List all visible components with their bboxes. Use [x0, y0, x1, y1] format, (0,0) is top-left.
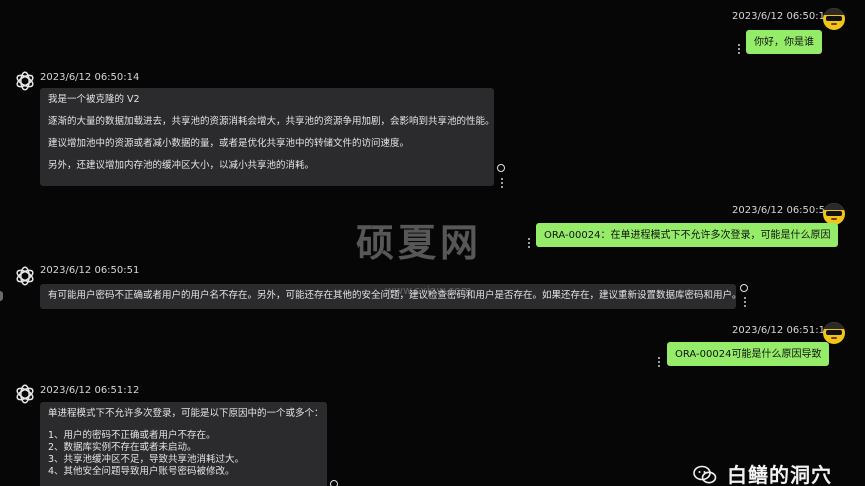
- status-circle-icon[interactable]: [740, 284, 748, 292]
- list-item: 1、用户的密码不正确或者用户不存在。: [48, 430, 216, 441]
- avatar-mouth: [831, 337, 837, 339]
- user-avatar[interactable]: [823, 8, 845, 30]
- assistant-message-bubble[interactable]: 我是一个被克隆的 V2 逐渐的大量的数据加载进去，共享池的资源消耗会增大，共享池…: [40, 88, 495, 186]
- message-paragraph: 我是一个被克隆的 V2: [48, 94, 140, 105]
- badge-text: 白鳝的洞穴: [727, 463, 832, 486]
- more-options-icon[interactable]: [526, 237, 532, 249]
- avatar-mouth: [831, 23, 837, 25]
- assistant-message-bubble[interactable]: 单进程模式下不允许多次登录，可能是以下原因中的一个或多个： 1、用户的密码不正确…: [40, 402, 327, 486]
- openai-logo-icon: [16, 384, 34, 404]
- openai-logo-icon: [16, 266, 34, 286]
- message-timestamp: 2023/6/12 06:50:10: [732, 11, 832, 22]
- more-options-icon[interactable]: [656, 356, 662, 368]
- avatar-hair: [823, 322, 845, 329]
- chat-window: 2023/6/12 06:50:10 你好，你是谁 2023/6/12 06:5…: [0, 0, 865, 486]
- scroll-handle[interactable]: [0, 291, 3, 301]
- avatar-mouth: [831, 218, 837, 220]
- avatar-glasses: [826, 16, 842, 21]
- openai-logo-icon: [16, 71, 34, 91]
- list-item: 3、共享池缓冲区不足，导致共享池消耗过大。: [48, 454, 245, 465]
- message-timestamp: 2023/6/12 06:50:50: [732, 205, 832, 216]
- status-circle-icon[interactable]: [330, 480, 338, 486]
- message-paragraph: 单进程模式下不允许多次登录，可能是以下原因中的一个或多个：: [48, 408, 324, 419]
- more-options-icon[interactable]: [736, 43, 742, 55]
- message-paragraph: 另外，还建议增加内存池的缓冲区大小，以减小共享池的消耗。: [48, 160, 315, 171]
- wechat-icon: [693, 465, 717, 484]
- user-message-bubble[interactable]: ORA-00024：在单进程模式下不允许多次登录，可能是什么原因: [536, 223, 839, 247]
- status-circle-icon[interactable]: [497, 164, 505, 172]
- list-item: 2、数据库实例不存在或者未启动。: [48, 442, 197, 453]
- watermark-text: 硕夏网: [356, 220, 483, 265]
- user-avatar[interactable]: [823, 203, 845, 225]
- avatar-hair: [823, 8, 845, 15]
- user-message-bubble[interactable]: 你好，你是谁: [746, 30, 822, 54]
- message-timestamp: 2023/6/12 06:51:10: [732, 325, 832, 336]
- message-timestamp: 2023/6/12 06:51:12: [40, 385, 140, 396]
- message-timestamp: 2023/6/12 06:50:14: [40, 72, 140, 83]
- user-avatar[interactable]: [823, 322, 845, 344]
- more-options-icon[interactable]: [742, 296, 748, 308]
- message-paragraph: 建议增加池中的资源或者减小数据的量，或者是优化共享池中的转储文件的访问速度。: [48, 138, 410, 149]
- more-options-icon[interactable]: [499, 177, 505, 189]
- avatar-glasses: [826, 330, 842, 335]
- avatar-hair: [823, 203, 845, 210]
- message-paragraph: 逐渐的大量的数据加载进去，共享池的资源消耗会增大，共享池的资源争用加剧，会影响到…: [48, 116, 495, 127]
- list-item: 4、其他安全问题导致用户账号密码被修改。: [48, 466, 235, 477]
- source-badge: 白鳝的洞穴: [693, 463, 832, 486]
- user-message-bubble[interactable]: ORA-00024可能是什么原因导致: [667, 342, 830, 366]
- watermark-url: www.sxiaw.com: [385, 284, 472, 297]
- message-timestamp: 2023/6/12 06:50:51: [40, 265, 140, 276]
- avatar-glasses: [826, 211, 842, 216]
